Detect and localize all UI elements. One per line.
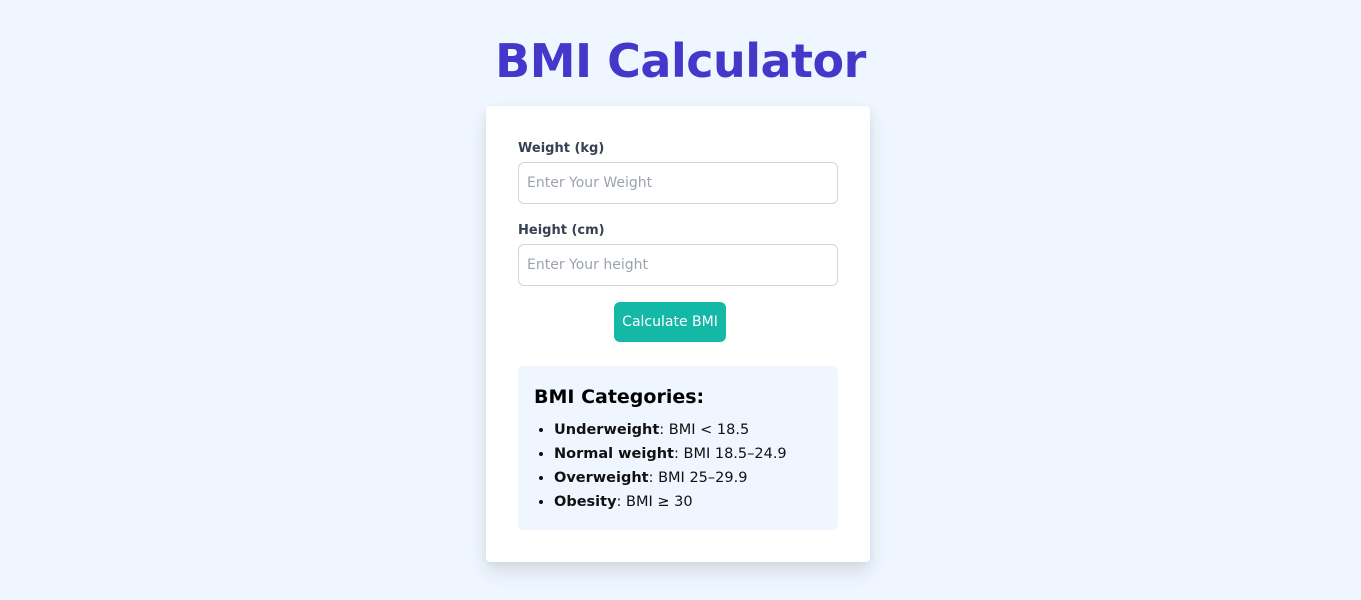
category-name: Normal weight: [554, 446, 674, 462]
category-item-obesity: Obesity: BMI ≥ 30: [554, 490, 787, 514]
calculate-bmi-button[interactable]: Calculate BMI: [614, 302, 726, 342]
category-range: : BMI < 18.5: [659, 422, 750, 438]
categories-title: BMI Categories:: [534, 386, 705, 408]
category-item-underweight: Underweight: BMI < 18.5: [554, 418, 787, 442]
category-range: : BMI 18.5–24.9: [674, 446, 787, 462]
categories-list: Underweight: BMI < 18.5 Normal weight: B…: [518, 418, 787, 514]
category-range: : BMI 25–29.9: [648, 470, 748, 486]
height-input[interactable]: [518, 244, 838, 286]
category-name: Underweight: [554, 422, 660, 438]
height-label: Height (cm): [518, 223, 605, 238]
bmi-categories-panel: BMI Categories: Underweight: BMI < 18.5 …: [518, 366, 838, 530]
category-item-overweight: Overweight: BMI 25–29.9: [554, 466, 787, 490]
category-name: Obesity: [554, 494, 617, 510]
weight-input[interactable]: [518, 162, 838, 204]
weight-label: Weight (kg): [518, 141, 605, 156]
category-item-normal-weight: Normal weight: BMI 18.5–24.9: [554, 442, 787, 466]
category-range: : BMI ≥ 30: [616, 494, 693, 510]
bmi-form-card: Weight (kg) Height (cm) Calculate BMI BM…: [486, 106, 870, 562]
page-title: BMI Calculator: [495, 34, 866, 88]
category-name: Overweight: [554, 470, 649, 486]
